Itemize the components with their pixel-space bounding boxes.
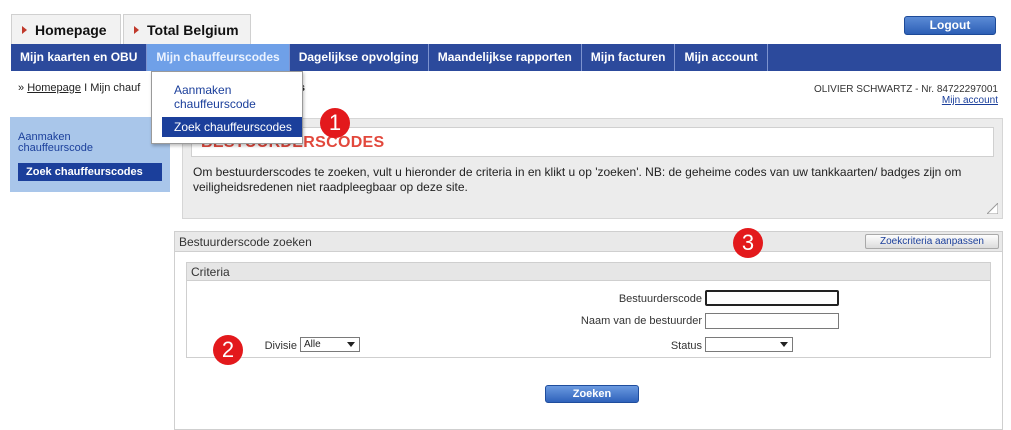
criteria-title: Criteria <box>191 265 230 279</box>
app-root: Homepage Total Belgium Logout Mijn kaart… <box>0 0 1011 430</box>
annotation-marker-3: 3 <box>733 228 763 258</box>
dropdown-item-zoek[interactable]: Zoek chauffeurscodes <box>162 117 302 137</box>
nav-item-mijn-chauffeurscodes[interactable]: Mijn chauffeurscodes <box>147 44 290 71</box>
dropdown-item-aanmaken[interactable]: Aanmaken chauffeurscode <box>174 83 274 111</box>
resize-corner-icon <box>987 203 998 214</box>
annotation-marker-2: 2 <box>213 335 243 365</box>
adjust-criteria-button[interactable]: Zoekcriteria aanpassen <box>865 234 999 249</box>
main-nav: Mijn kaarten en OBU Mijn chauffeurscodes… <box>11 44 1001 71</box>
criteria-header: Criteria <box>187 263 990 281</box>
nav-item-mijn-account[interactable]: Mijn account <box>675 44 768 71</box>
tab-total-belgium-label: Total Belgium <box>147 21 239 38</box>
divisie-label: Divisie <box>264 340 297 352</box>
criteria-box: Criteria Bestuurderscode Naam van de bes… <box>186 262 991 358</box>
divisie-select[interactable]: Alle <box>300 337 360 352</box>
sidebar-item-zoek[interactable]: Zoek chauffeurscodes <box>18 163 162 181</box>
naam-bestuurder-input[interactable] <box>705 313 839 329</box>
nav-item-dagelijkse-opvolging[interactable]: Dagelijkse opvolging <box>290 44 429 71</box>
user-info: OLIVIER SCHWARTZ - Nr. 84722297001 Mijn … <box>814 84 998 106</box>
nav-item-mijn-kaarten[interactable]: Mijn kaarten en OBU <box>11 44 148 71</box>
search-panel: Bestuurderscode zoeken Zoekcriteria aanp… <box>174 231 1003 430</box>
bestuurderscode-label: Bestuurderscode <box>618 293 702 305</box>
breadcrumb-current: Mijn chauf <box>90 82 141 94</box>
arrow-right-icon <box>134 25 139 34</box>
divisie-select-value: Alle <box>304 339 321 350</box>
tab-homepage-label: Homepage <box>35 21 107 38</box>
status-label: Status <box>670 340 702 352</box>
user-name: OLIVIER SCHWARTZ - Nr. 84722297001 <box>814 84 998 95</box>
nav-item-mijn-facturen[interactable]: Mijn facturen <box>582 44 676 71</box>
intro-panel: BESTUURDERSCODES Om bestuurderscodes te … <box>182 118 1003 219</box>
annotation-marker-1: 1 <box>320 108 350 138</box>
page-title-box: BESTUURDERSCODES <box>191 127 994 157</box>
naam-bestuurder-label: Naam van de bestuurder <box>580 315 702 327</box>
chevron-down-icon <box>347 342 355 347</box>
arrow-right-icon <box>22 25 27 34</box>
bestuurderscode-input[interactable] <box>705 290 839 306</box>
chevron-down-icon <box>780 342 788 347</box>
sidebar-item-aanmaken[interactable]: Aanmaken chauffeurscode <box>18 132 108 154</box>
breadcrumb-home-link[interactable]: Homepage <box>27 82 81 94</box>
zoeken-button[interactable]: Zoeken <box>545 385 639 403</box>
tab-homepage[interactable]: Homepage <box>11 14 121 44</box>
top-bar: Homepage Total Belgium Logout <box>0 0 1011 44</box>
logout-button[interactable]: Logout <box>904 16 996 35</box>
sidebar: Aanmaken chauffeurscode Zoek chauffeursc… <box>10 117 170 192</box>
intro-text: Om bestuurderscodes te zoeken, vult u hi… <box>193 165 962 194</box>
tab-total-belgium[interactable]: Total Belgium <box>123 14 251 44</box>
breadcrumb: » Homepage I Mijn chauf <box>18 82 140 94</box>
chauffeurscodes-dropdown: Aanmaken chauffeurscode Zoek chauffeursc… <box>151 71 303 144</box>
nav-item-maandelijkse-rapporten[interactable]: Maandelijkse rapporten <box>429 44 582 71</box>
breadcrumb-separator: I <box>84 82 88 94</box>
search-panel-header: Bestuurderscode zoeken Zoekcriteria aanp… <box>175 232 1002 252</box>
status-select[interactable] <box>705 337 793 352</box>
breadcrumb-arrow-icon: » <box>18 82 28 94</box>
my-account-link[interactable]: Mijn account <box>814 95 998 106</box>
search-panel-title: Bestuurderscode zoeken <box>179 235 312 249</box>
